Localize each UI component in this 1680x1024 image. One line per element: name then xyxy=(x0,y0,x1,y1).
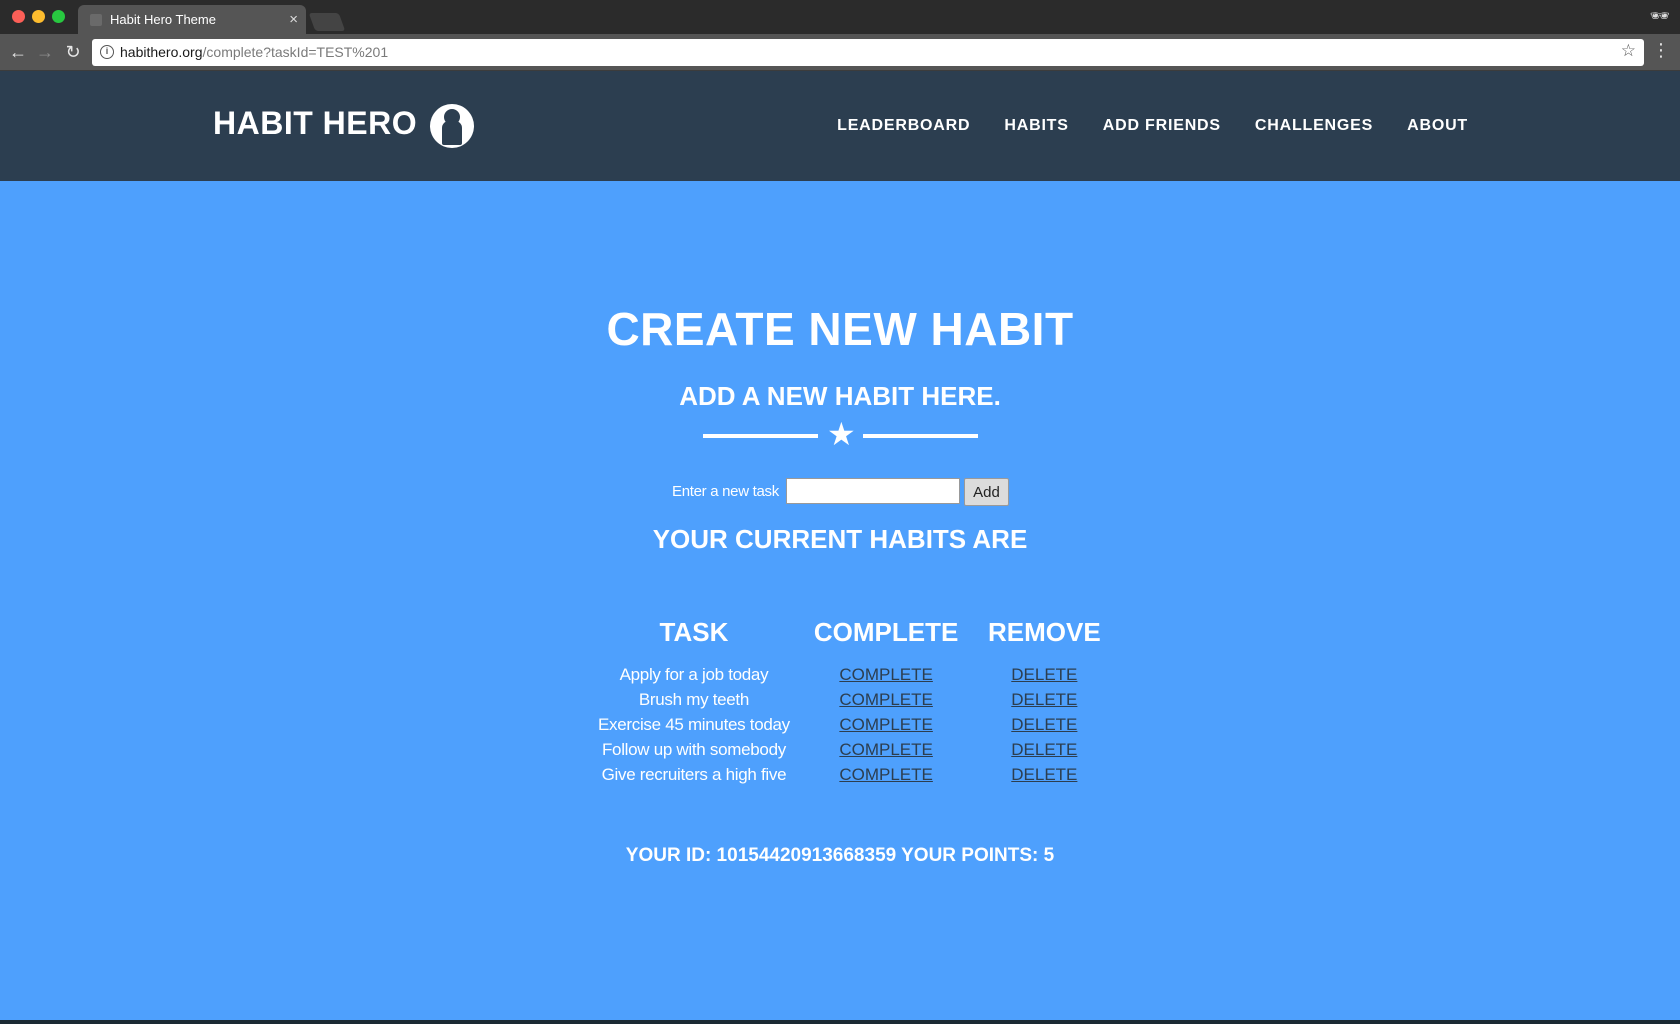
new-task-form: Enter a new task Add xyxy=(672,477,1012,507)
bookmark-star-icon[interactable]: ☆ xyxy=(1621,41,1636,61)
column-header-complete: COMPLETE xyxy=(813,617,959,647)
nav-add-friends[interactable]: ADD FRIENDS xyxy=(1103,117,1221,135)
nav-challenges[interactable]: CHALLENGES xyxy=(1255,117,1373,135)
incognito-icon: 🕶 xyxy=(1649,8,1670,25)
complete-link[interactable]: COMPLETE xyxy=(839,665,933,684)
delete-link[interactable]: DELETE xyxy=(1011,765,1077,784)
task-name: Give recruiters a high five xyxy=(601,765,787,784)
url-text[interactable]: habithero.org/complete?taskId=TEST%201 xyxy=(120,39,388,66)
delete-link[interactable]: DELETE xyxy=(1011,665,1077,684)
table-row: Brush my teeth COMPLETE DELETE xyxy=(586,687,1118,712)
divider-line-right xyxy=(863,434,978,438)
url-path: /complete?taskId=TEST%201 xyxy=(202,44,389,60)
complete-link[interactable]: COMPLETE xyxy=(839,715,933,734)
page-title: CREATE NEW HABIT xyxy=(606,303,1074,355)
nav-leaderboard[interactable]: LEADERBOARD xyxy=(837,117,970,135)
delete-link[interactable]: DELETE xyxy=(1011,715,1077,734)
page-content: HABIT HERO LEADERBOARD HABITS ADD FRIEND… xyxy=(0,71,1680,1020)
add-task-button[interactable]: Add xyxy=(964,478,1009,506)
page-subtitle: ADD A NEW HABIT HERE. xyxy=(679,381,1001,411)
window-minimize-button[interactable] xyxy=(32,10,45,23)
star-icon: ★ xyxy=(827,416,856,452)
tab-close-icon[interactable]: × xyxy=(289,5,298,34)
reload-icon[interactable]: ↻ xyxy=(61,40,85,64)
new-task-input[interactable] xyxy=(786,478,960,504)
browser-toolbar: ← → ↻ i habithero.org/complete?taskId=TE… xyxy=(0,34,1680,71)
habits-heading: YOUR CURRENT HABITS ARE xyxy=(652,524,1028,554)
table-row: Give recruiters a high five COMPLETE DEL… xyxy=(586,762,1118,787)
browser-titlebar: Habit Hero Theme × 🕶 xyxy=(0,0,1680,34)
task-name: Apply for a job today xyxy=(619,665,769,684)
browser-menu-icon[interactable]: ⋮ xyxy=(1652,40,1670,61)
task-name: Brush my teeth xyxy=(638,690,750,709)
delete-link[interactable]: DELETE xyxy=(1011,740,1077,759)
complete-link[interactable]: COMPLETE xyxy=(839,740,933,759)
new-tab-button[interactable] xyxy=(308,13,346,31)
desktop-background xyxy=(0,1020,1680,1024)
complete-link[interactable]: COMPLETE xyxy=(839,765,933,784)
complete-link[interactable]: COMPLETE xyxy=(839,690,933,709)
habits-table: TASK COMPLETE REMOVE Apply for a job tod… xyxy=(586,617,1118,787)
column-header-task: TASK xyxy=(659,617,729,647)
site-info-icon[interactable]: i xyxy=(100,45,114,59)
task-name: Follow up with somebody xyxy=(601,740,786,759)
page-favicon-icon xyxy=(90,14,102,26)
window-maximize-button[interactable] xyxy=(52,10,65,23)
new-task-label: Enter a new task xyxy=(672,483,779,500)
window-close-button[interactable] xyxy=(12,10,25,23)
forward-arrow-icon[interactable]: → xyxy=(33,40,57,64)
column-header-remove: REMOVE xyxy=(988,617,1101,647)
table-row: Apply for a job today COMPLETE DELETE xyxy=(586,662,1118,687)
table-header-row: TASK COMPLETE REMOVE xyxy=(586,617,1118,662)
user-id-points: YOUR ID: 10154420913668359 YOUR POINTS: … xyxy=(625,845,1055,866)
divider-line-left xyxy=(703,434,818,438)
task-name: Exercise 45 minutes today xyxy=(598,715,790,734)
browser-tab[interactable]: Habit Hero Theme × xyxy=(78,5,306,34)
star-divider: ★ xyxy=(703,416,978,452)
main-nav: LEADERBOARD HABITS ADD FRIENDS CHALLENGE… xyxy=(837,117,1468,135)
tab-title: Habit Hero Theme xyxy=(110,12,216,27)
table-row: Exercise 45 minutes today COMPLETE DELET… xyxy=(586,712,1118,737)
site-header: HABIT HERO LEADERBOARD HABITS ADD FRIEND… xyxy=(0,71,1680,181)
hero-logo-icon[interactable] xyxy=(430,104,474,148)
delete-link[interactable]: DELETE xyxy=(1011,690,1077,709)
address-bar[interactable]: i habithero.org/complete?taskId=TEST%201… xyxy=(92,39,1644,66)
nav-habits[interactable]: HABITS xyxy=(1004,117,1068,135)
url-host: habithero.org xyxy=(120,44,203,60)
table-row: Follow up with somebody COMPLETE DELETE xyxy=(586,737,1118,762)
nav-about[interactable]: ABOUT xyxy=(1407,117,1468,135)
back-arrow-icon[interactable]: ← xyxy=(6,40,30,64)
site-logo-text[interactable]: HABIT HERO xyxy=(213,105,417,142)
